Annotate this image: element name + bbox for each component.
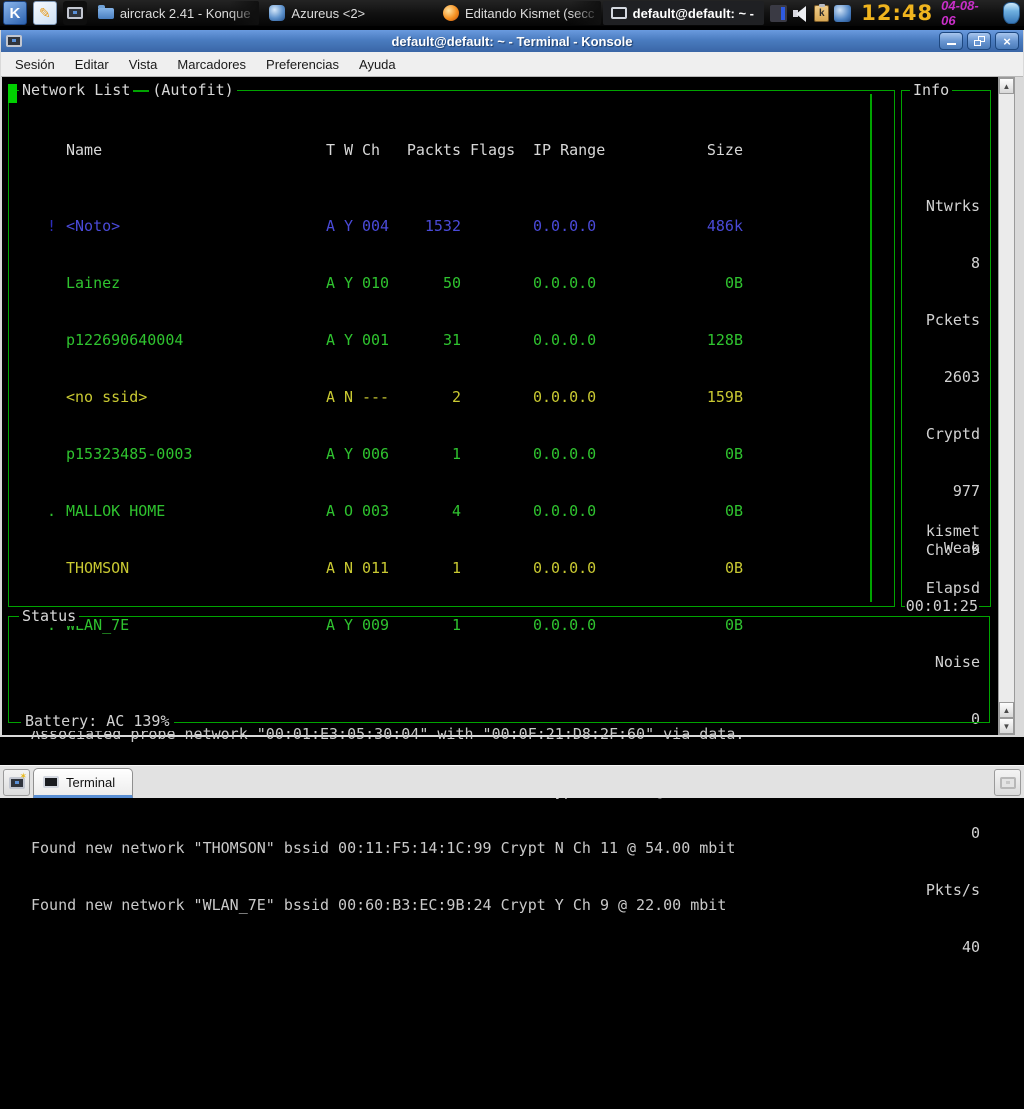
scroll-up-button-bottom[interactable]: ▲: [999, 702, 1014, 718]
scroll-up-button[interactable]: ▲: [999, 78, 1014, 94]
detach-session-button[interactable]: [994, 769, 1021, 796]
system-tray: k: [770, 5, 851, 22]
arrow-up-icon: ▲: [1003, 82, 1011, 91]
session-tabbar: ✶ Terminal: [0, 765, 1024, 798]
maximize-button[interactable]: [967, 32, 991, 50]
network-row: p122690640004 A Y 001 31 0.0.0.0 128B: [9, 331, 894, 350]
network-list-mode: (Autofit): [149, 81, 236, 100]
maximize-icon: [974, 36, 985, 46]
status-line: Found new network "THOMSON" bssid 00:11:…: [31, 839, 989, 858]
tab-terminal[interactable]: Terminal: [33, 768, 133, 798]
terminal-screen[interactable]: Network List (Autofit) Name T W Ch Packt…: [2, 77, 998, 735]
info-server: kismet: [926, 522, 980, 541]
stat-label: Ntwrks: [902, 197, 980, 216]
window-title: default@default: ~ - Terminal - Konsole: [1, 34, 1023, 49]
info-elapsed-label: Elapsd: [926, 579, 980, 598]
network-list-title: Network List: [19, 81, 133, 100]
kde-menu-icon[interactable]: K: [3, 1, 27, 25]
border-dash: [133, 90, 149, 92]
info-channel: Ch: 9: [926, 541, 980, 560]
network-monitor-tray-icon[interactable]: [770, 5, 787, 22]
terminal-cursor: [8, 84, 17, 103]
terminal-scrollbar[interactable]: ▲ ▲ ▼: [998, 77, 1015, 735]
taskbar: K ✎ aircrack 2.41 - Konque Azureus <2> E…: [0, 0, 1024, 28]
arrow-down-icon: ▼: [1003, 722, 1011, 731]
stat-label: Cryptd: [902, 425, 980, 444]
menu-editar[interactable]: Editar: [67, 54, 117, 75]
info-panel: Info Ntwrks 8 Pckets 2603 Cryptd 977 Wea…: [901, 90, 991, 607]
network-row: THOMSON A N 011 1 0.0.0.0 0B: [9, 559, 894, 578]
close-icon: ×: [1003, 35, 1011, 48]
klipper-tray-icon[interactable]: k: [814, 5, 829, 22]
stat-label: Pckets: [902, 311, 980, 330]
info-panel-title: Info: [910, 81, 952, 100]
status-panel-title: Status: [19, 607, 79, 626]
menu-sesion[interactable]: Sesión: [7, 54, 63, 75]
status-line: Found new network "WLAN_7E" bssid 00:60:…: [31, 896, 989, 915]
network-row: Lainez A Y 010 50 0.0.0.0 0B: [9, 274, 894, 293]
taskbar-task-konqueror[interactable]: aircrack 2.41 - Konque: [90, 1, 260, 25]
battery-status: Battery: AC 139%: [21, 712, 174, 731]
menu-marcadores[interactable]: Marcadores: [169, 54, 254, 75]
new-session-button[interactable]: ✶: [3, 769, 30, 796]
stat-value: 2603: [902, 368, 980, 387]
menubar: Sesión Editar Vista Marcadores Preferenc…: [1, 52, 1023, 77]
minimize-button[interactable]: [939, 32, 963, 50]
network-row: . MALLOK HOME A O 003 4 0.0.0.0 0B: [9, 502, 894, 521]
stat-value: 8: [902, 254, 980, 273]
network-row: p15323485-0003 A Y 006 1 0.0.0.0 0B: [9, 445, 894, 464]
stat-value: 977: [902, 482, 980, 501]
taskbar-task-azureus[interactable]: Azureus <2>: [261, 1, 433, 25]
network-row: ! <Noto> A Y 004 1532 0.0.0.0 486k: [9, 217, 894, 236]
status-line: Associated probe network "00:01:E3:05:30…: [31, 725, 989, 744]
network-list-body: Name T W Ch Packts Flags IP Range Size !…: [9, 103, 894, 673]
menu-preferencias[interactable]: Preferencias: [258, 54, 347, 75]
scroll-down-button[interactable]: ▼: [999, 718, 1014, 734]
close-button[interactable]: ×: [995, 32, 1019, 50]
folder-icon: [98, 8, 114, 19]
clock[interactable]: 12:48: [861, 1, 933, 25]
menu-ayuda[interactable]: Ayuda: [351, 54, 404, 75]
task-label: Azureus <2>: [291, 6, 365, 21]
azureus-icon: [269, 5, 285, 21]
network-row: <no ssid> A N --- 2 0.0.0.0 159B: [9, 388, 894, 407]
notes-launcher-icon[interactable]: ✎: [33, 1, 57, 25]
arrow-up-icon: ▲: [1003, 706, 1011, 715]
konsole-window: default@default: ~ - Terminal - Konsole …: [0, 30, 1024, 737]
firefox-icon: [443, 5, 459, 21]
date[interactable]: 04-08-06: [941, 0, 993, 28]
task-label: aircrack 2.41 - Konque: [120, 6, 251, 21]
system-launcher-icon[interactable]: [63, 1, 87, 25]
jug-tray-icon[interactable]: [1003, 2, 1020, 24]
sparkle-icon: ✶: [19, 771, 27, 782]
task-label: Editando Kismet (secc: [465, 6, 594, 21]
tab-label: Terminal: [66, 775, 115, 790]
volume-tray-icon[interactable]: [792, 5, 809, 22]
terminal-icon: [43, 776, 59, 788]
network-list-panel: Network List (Autofit) Name T W Ch Packt…: [8, 90, 895, 607]
monitor-icon: [67, 7, 83, 19]
network-list-header: Name T W Ch Packts Flags IP Range Size: [9, 141, 894, 160]
menu-vista[interactable]: Vista: [121, 54, 166, 75]
terminal-icon: [611, 7, 627, 19]
monitor-icon-disabled: [1000, 777, 1016, 789]
window-titlebar[interactable]: default@default: ~ - Terminal - Konsole …: [1, 30, 1023, 52]
minimize-icon: [947, 43, 956, 45]
status-panel: Status Associated probe network "00:01:E…: [8, 616, 990, 723]
azureus-tray-icon[interactable]: [834, 5, 851, 22]
task-label: default@default: ~ -: [633, 6, 754, 21]
info-elapsed-time: 00:01:25: [905, 597, 979, 616]
taskbar-task-konsole[interactable]: default@default: ~ -: [603, 1, 765, 25]
taskbar-task-firefox[interactable]: Editando Kismet (secc: [435, 1, 601, 25]
window-icon: [6, 35, 22, 47]
